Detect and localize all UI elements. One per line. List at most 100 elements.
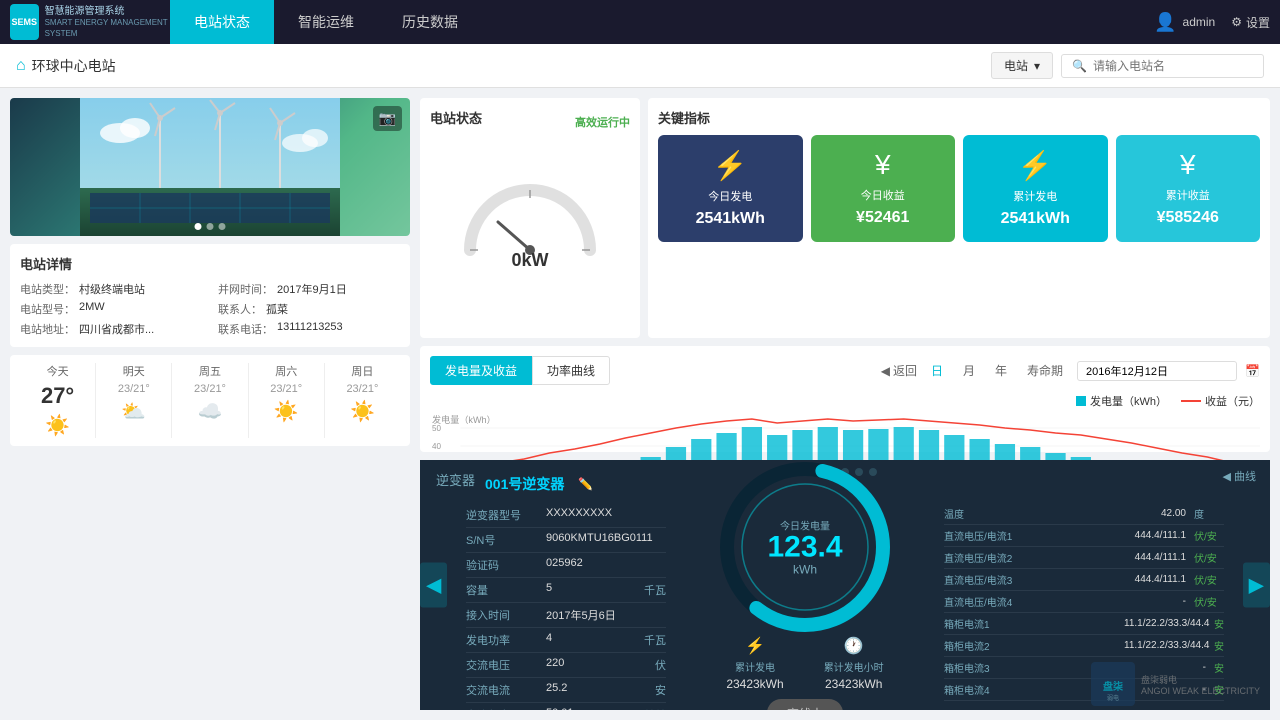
inv-value-sn: 9060KMTU16BG0111	[546, 532, 666, 548]
search-area: 电站 ▾ 🔍	[991, 52, 1264, 79]
chart-back-btn[interactable]: ◀ 返回	[881, 362, 917, 379]
camera-icon[interactable]: 📷	[373, 106, 402, 131]
chart-tab-curve[interactable]: 功率曲线	[532, 356, 610, 385]
svg-text:50: 50	[432, 424, 442, 433]
chart-area: 发电量及收益 功率曲线 ◀ 返回 日 月 年 寿命期 📅	[420, 346, 1270, 452]
home-icon: ⌂	[16, 57, 26, 75]
chart-period-year[interactable]: 年	[989, 360, 1013, 381]
detail-row-address: 电站地址： 四川省成都市...	[20, 321, 202, 337]
detail-label-type: 电站类型：	[20, 281, 75, 297]
chart-period-day[interactable]: 日	[925, 360, 949, 381]
ki-today-power-value: 2541kWh	[696, 210, 765, 228]
inverter-prev-btn[interactable]: ◀	[420, 563, 447, 608]
weather-day2-label: 周五	[199, 363, 221, 379]
inv-right-status-dc4: 伏/安	[1194, 594, 1224, 609]
chart-period-month[interactable]: 月	[957, 360, 981, 381]
weather-today-label: 今天	[47, 363, 69, 379]
inv-right-status-box1: 安	[1214, 616, 1224, 631]
carousel-dot-3[interactable]	[219, 223, 226, 230]
search-input[interactable]	[1093, 59, 1253, 73]
station-detail: 电站详情 电站类型： 村级终端电站 并网时间： 2017年9月1日 电站型号： …	[10, 244, 410, 347]
inv-stat-total-power: ⚡ 累计发电 23423kWh	[726, 636, 783, 691]
inv-label-model: 逆变器型号	[466, 507, 546, 523]
ki-cards: ⚡ 今日发电 2541kWh ¥ 今日收益 ¥52461 ⚡ 累计发电 2541…	[658, 135, 1260, 242]
inv-label-ac-freq: 交流频率	[466, 707, 546, 710]
detail-label-model: 电站型号：	[20, 301, 75, 317]
inv-row-model: 逆变器型号 XXXXXXXXX	[466, 503, 666, 528]
inv-value-model: XXXXXXXXX	[546, 507, 666, 523]
chart-header: 发电量及收益 功率曲线 ◀ 返回 日 月 年 寿命期 📅	[430, 356, 1260, 385]
ki-card-today-revenue: ¥ 今日收益 ¥52461	[811, 135, 956, 242]
inv-right-label-dc1: 直流电压/电流1	[944, 528, 1104, 543]
carousel-dot-2[interactable]	[207, 223, 214, 230]
inv-label-gen-power: 发电功率	[466, 632, 546, 648]
weather-day2-icon: ☁️	[198, 399, 223, 424]
calendar-icon[interactable]: 📅	[1245, 364, 1260, 378]
detail-value-address: 四川省成都市...	[79, 321, 154, 337]
nav-item-station-status[interactable]: 电站状态	[170, 0, 274, 44]
carousel-dot-1[interactable]	[195, 223, 202, 230]
chevron-down-icon: ▾	[1034, 59, 1040, 73]
ki-today-revenue-label: 今日收益	[861, 187, 905, 203]
station-status-card: 电站状态 高效运行中	[420, 98, 640, 338]
detail-row-grid-time: 并网时间： 2017年9月1日	[218, 281, 400, 297]
svg-text:发电量（kWh）: 发电量（kWh）	[432, 414, 496, 425]
svg-text:40: 40	[432, 442, 442, 451]
breadcrumb: ⌂ 环球中心电站	[16, 56, 116, 76]
status-badge: 高效运行中	[575, 114, 630, 130]
chart-controls: ◀ 返回 日 月 年 寿命期 📅	[881, 360, 1260, 381]
page-title: 环球中心电站	[32, 56, 116, 76]
inv-right-status-dc2: 伏/安	[1194, 550, 1224, 565]
watermark-text: 盘柒弱电 ANGOI WEAK ELECTRICITY	[1141, 673, 1260, 696]
ki-total-revenue-label: 累计收益	[1166, 187, 1210, 203]
weather-day1-icon: ⛅	[121, 399, 146, 424]
weather-day-4: 周日 23/21° ☀️	[325, 363, 400, 438]
settings-area[interactable]: ⚙ 设置	[1231, 14, 1270, 31]
detail-label-address: 电站地址：	[20, 321, 75, 337]
legend-blue-box	[1076, 396, 1086, 406]
header-right: 👤 admin ⚙ 设置	[1154, 12, 1270, 33]
gauge-wrap: 0kW	[430, 135, 630, 285]
detail-label-contact: 联系人：	[218, 301, 262, 317]
legend-revenue: 收益（元）	[1181, 393, 1260, 409]
offline-button[interactable]: 离线中	[767, 699, 843, 710]
chart-tab-power[interactable]: 发电量及收益	[430, 356, 532, 385]
nav-item-history[interactable]: 历史数据	[378, 0, 482, 44]
chart-tabs: 发电量及收益 功率曲线	[430, 356, 610, 385]
weather-day1-temp: 23/21°	[118, 383, 150, 395]
inv-value-ac-current: 25.2	[546, 682, 655, 698]
inv-row-ac-freq: 交流频率 50.01 赫兹	[466, 703, 666, 710]
date-picker[interactable]	[1077, 361, 1237, 381]
inv-right-value-dc4: -	[1104, 596, 1194, 607]
inverter-next-btn[interactable]: ▶	[1243, 563, 1270, 608]
weather-day4-icon: ☀️	[350, 399, 375, 424]
breadcrumb-bar: ⌂ 环球中心电站 电站 ▾ 🔍	[0, 44, 1280, 88]
detail-row-phone: 联系电话： 13111213253	[218, 321, 400, 337]
ki-total-revenue-icon: ¥	[1180, 149, 1196, 181]
station-dropdown[interactable]: 电站 ▾	[991, 52, 1053, 79]
edit-icon[interactable]: ✏️	[578, 477, 593, 491]
inverter-title: 逆变器	[436, 470, 475, 489]
inv-label-connect-time: 接入时间	[466, 607, 546, 623]
ki-card-today-power: ⚡ 今日发电 2541kWh	[658, 135, 803, 242]
inv-right-row-box2: 箱柜电流2 11.1/22.2/33.3/44.4 安	[944, 635, 1224, 657]
ki-today-power-label: 今日发电	[708, 188, 752, 204]
inv-right-label-box2: 箱柜电流2	[944, 638, 1124, 653]
logo-text: 智慧能源管理系统 SMART ENERGY MANAGEMENT SYSTEM	[45, 5, 170, 39]
inv-right-label-dc3: 直流电压/电流3	[944, 572, 1104, 587]
carousel-image	[10, 98, 410, 236]
legend-red-line	[1181, 400, 1201, 402]
top-row: 电站状态 高效运行中	[420, 98, 1270, 338]
chevron-left-icon: ◀	[881, 364, 890, 378]
detail-value-contact: 孤菜	[266, 301, 288, 317]
power-value: 0kW	[511, 250, 548, 271]
chart-link[interactable]: ◀ 曲线	[1223, 468, 1256, 484]
chart-period-lifetime[interactable]: 寿命期	[1021, 360, 1069, 381]
inv-row-code: 验证码 025962	[466, 553, 666, 578]
station-detail-title: 电站详情	[20, 254, 400, 273]
inv-label-ac-voltage: 交流电压	[466, 657, 546, 673]
nav-item-smart-ops[interactable]: 智能运维	[274, 0, 378, 44]
search-icon: 🔍	[1072, 59, 1087, 73]
inv-row-sn: S/N号 9060KMTU16BG0111	[466, 528, 666, 553]
weather-day-2: 周五 23/21° ☁️	[172, 363, 248, 438]
